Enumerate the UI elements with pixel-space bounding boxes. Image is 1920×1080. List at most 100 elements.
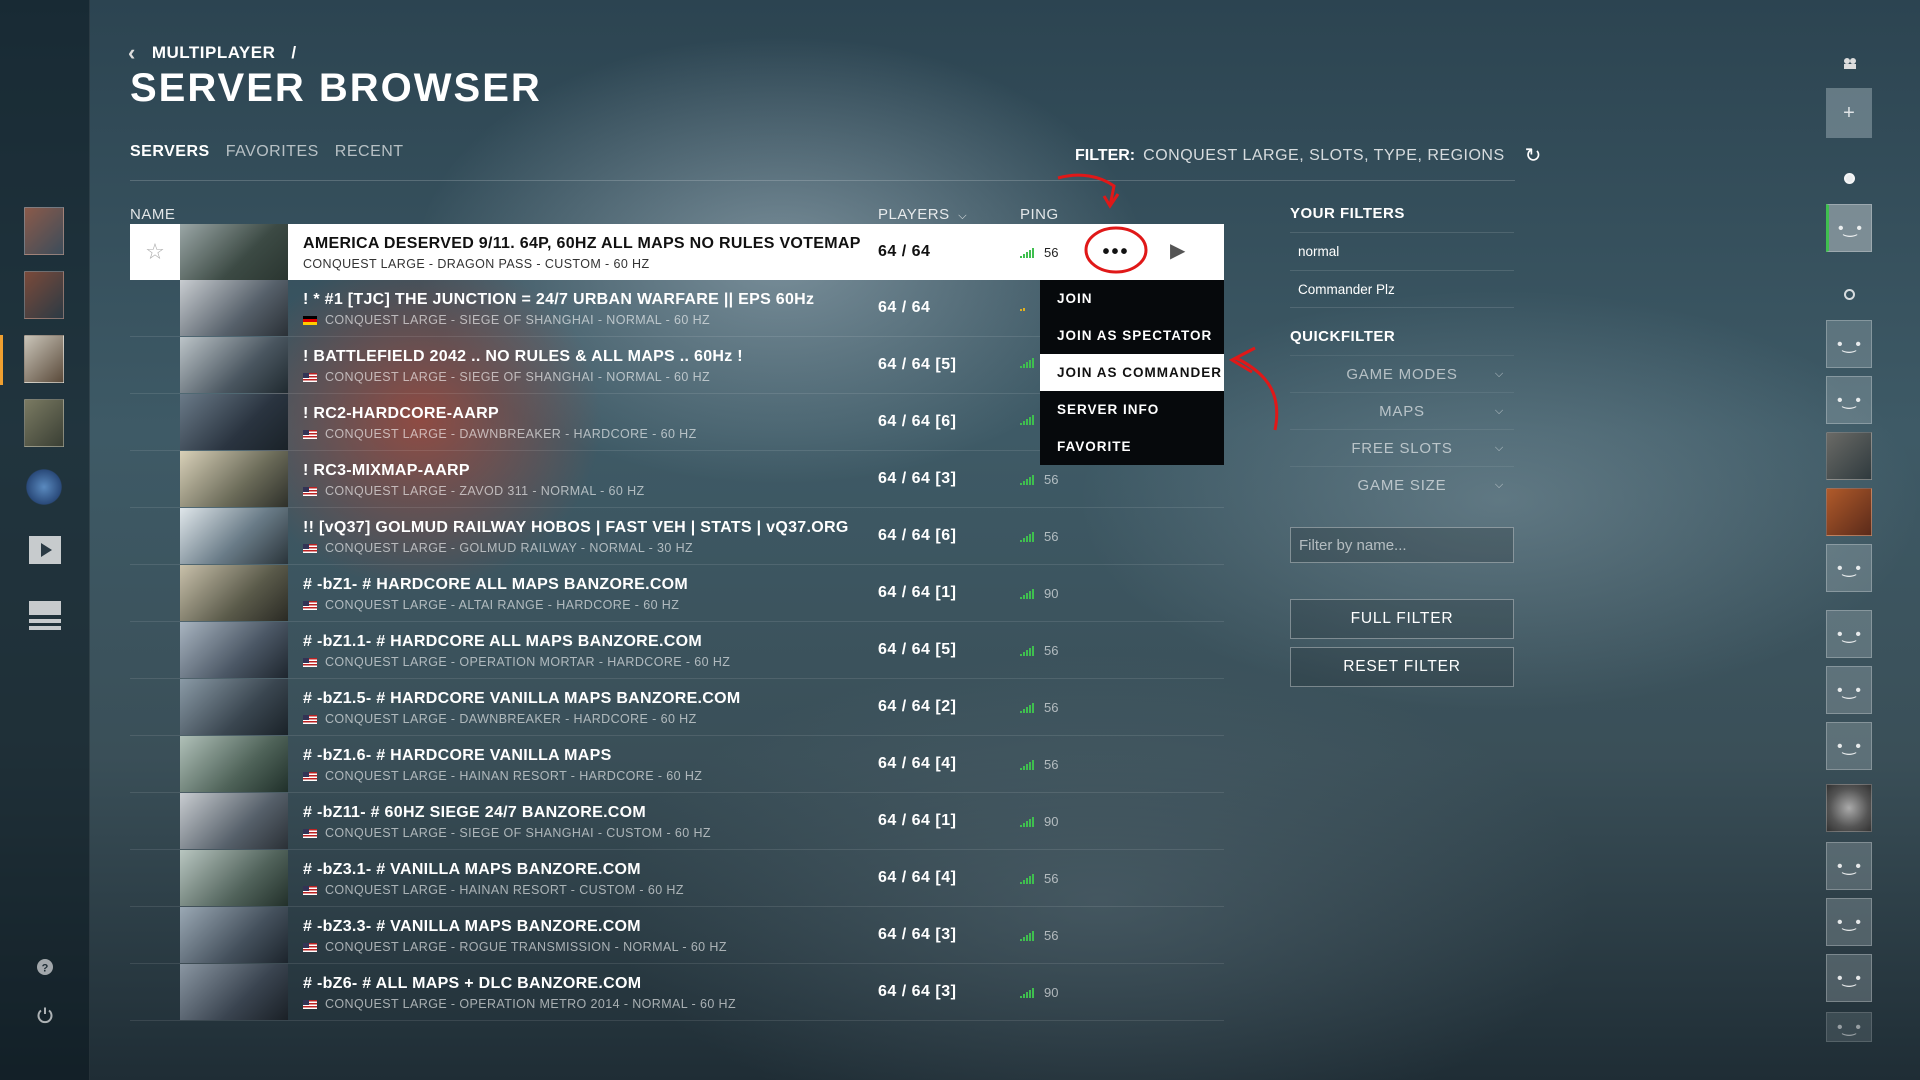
friend-avatar[interactable]: •‿• bbox=[1826, 610, 1872, 658]
tab-favorites[interactable]: FAVORITES bbox=[226, 143, 319, 161]
signal-strength-icon bbox=[1020, 873, 1034, 884]
help-icon[interactable]: ? bbox=[35, 958, 55, 981]
breadcrumb-parent[interactable]: MULTIPLAYER bbox=[152, 43, 276, 63]
add-friend-button[interactable]: + bbox=[1826, 88, 1872, 138]
server-players: 64 / 64 [4] bbox=[878, 755, 957, 772]
server-ping: 90 bbox=[1020, 586, 1058, 601]
rail-soldier-thumb-2[interactable] bbox=[24, 271, 64, 319]
server-details-text: CONQUEST LARGE - DAWNBREAKER - HARDCORE … bbox=[325, 712, 697, 726]
reset-filter-button[interactable]: RESET FILTER bbox=[1290, 647, 1514, 687]
tab-servers[interactable]: SERVERS bbox=[130, 143, 210, 161]
server-details-text: CONQUEST LARGE - OPERATION MORTAR - HARD… bbox=[325, 655, 731, 669]
refresh-icon[interactable]: ↻ bbox=[1525, 143, 1542, 168]
friend-avatar[interactable]: •‿• bbox=[1826, 320, 1872, 368]
column-header-ping[interactable]: PING bbox=[1020, 206, 1059, 223]
server-details-text: CONQUEST LARGE - SIEGE OF SHANGHAI - NOR… bbox=[325, 370, 711, 384]
menu-item-favorite[interactable]: FAVORITE bbox=[1040, 428, 1224, 465]
server-row[interactable]: # -bZ1.6- # HARDCORE VANILLA MAPS CONQUES… bbox=[130, 736, 1224, 793]
friend-avatar[interactable]: •‿• bbox=[1826, 666, 1872, 714]
server-players: 64 / 64 [3] bbox=[878, 926, 957, 943]
annotation-arrow-side bbox=[1234, 356, 1279, 431]
quickfilter-maps[interactable]: MAPS ⌵ bbox=[1290, 392, 1514, 429]
friend-avatar[interactable]: •‿• bbox=[1826, 722, 1872, 770]
server-name: # -bZ3.1- # VANILLA MAPS BANZORE.COM bbox=[303, 861, 641, 878]
friend-avatar[interactable]: •‿• bbox=[1826, 1012, 1872, 1042]
quickfilter-label: GAME MODES bbox=[1346, 366, 1458, 383]
friend-avatar[interactable] bbox=[1826, 784, 1872, 832]
filter-chip-commander[interactable]: Commander Plz bbox=[1290, 270, 1514, 308]
filter-summary[interactable]: FILTER: CONQUEST LARGE, SLOTS, TYPE, REG… bbox=[1075, 143, 1541, 168]
friend-avatar[interactable]: •‿• bbox=[1826, 544, 1872, 592]
country-flag-icon bbox=[303, 657, 317, 667]
rail-active-indicator bbox=[0, 335, 3, 385]
quickfilter-free-slots[interactable]: FREE SLOTS ⌵ bbox=[1290, 429, 1514, 466]
menu-item-join-as-spectator[interactable]: JOIN AS SPECTATOR bbox=[1040, 317, 1224, 354]
rail-menu-icon[interactable] bbox=[28, 600, 62, 639]
offline-status-icon bbox=[1844, 289, 1855, 300]
signal-strength-icon bbox=[1020, 358, 1034, 368]
power-icon[interactable] bbox=[35, 1006, 55, 1029]
server-details-text: CONQUEST LARGE - DAWNBREAKER - HARDCORE … bbox=[325, 427, 697, 441]
friend-avatar[interactable] bbox=[1826, 488, 1872, 536]
server-row[interactable]: # -bZ1- # HARDCORE ALL MAPS BANZORE.COM C… bbox=[130, 565, 1224, 622]
breadcrumb-separator: / bbox=[291, 43, 297, 62]
country-flag-icon bbox=[303, 885, 317, 895]
server-details: CONQUEST LARGE - ROGUE TRANSMISSION - NO… bbox=[303, 940, 727, 954]
friend-avatar[interactable]: •‿• bbox=[1826, 376, 1872, 424]
server-row[interactable]: # -bZ1.1- # HARDCORE ALL MAPS BANZORE.CO… bbox=[130, 622, 1224, 679]
country-flag-icon bbox=[303, 372, 317, 382]
server-ping: 90 bbox=[1020, 985, 1058, 1000]
menu-item-join-as-commander[interactable]: JOIN AS COMMANDER bbox=[1040, 354, 1224, 391]
server-ping: 56 bbox=[1020, 472, 1058, 487]
server-details: CONQUEST LARGE - HAINAN RESORT - CUSTOM … bbox=[303, 883, 684, 897]
column-header-players[interactable]: PLAYERS ⌵ bbox=[878, 206, 967, 223]
chevron-left-icon[interactable]: ‹ bbox=[128, 40, 136, 66]
more-icon[interactable]: ••• bbox=[1088, 234, 1144, 270]
server-map-thumbnail bbox=[180, 907, 288, 963]
server-row[interactable]: # -bZ6- # ALL MAPS + DLC BANZORE.COM CONQ… bbox=[130, 964, 1224, 1021]
signal-strength-icon bbox=[1020, 531, 1034, 542]
server-ping: 56 bbox=[1020, 529, 1058, 544]
server-ping-value: 56 bbox=[1044, 871, 1059, 886]
rail-globe-icon[interactable] bbox=[24, 463, 64, 511]
server-map-thumbnail bbox=[180, 964, 288, 1020]
friend-avatar[interactable]: •‿• bbox=[1826, 842, 1872, 890]
star-icon[interactable]: ☆ bbox=[130, 224, 180, 280]
server-name: !! [vQ37] GOLMUD RAILWAY HOBOS | FAST VE… bbox=[303, 519, 849, 536]
server-row[interactable]: # -bZ3.3- # VANILLA MAPS BANZORE.COM CONQ… bbox=[130, 907, 1224, 964]
friend-avatar[interactable] bbox=[1826, 432, 1872, 480]
friend-avatar[interactable]: •‿• bbox=[1826, 204, 1872, 252]
server-name: # -bZ1- # HARDCORE ALL MAPS BANZORE.COM bbox=[303, 576, 689, 593]
server-name: # -bZ1.5- # HARDCORE VANILLA MAPS BANZOR… bbox=[303, 690, 741, 707]
quickfilter-game-modes[interactable]: GAME MODES ⌵ bbox=[1290, 355, 1514, 392]
server-name: AMERICA DESERVED 9/11. 64P, 60HZ ALL MAP… bbox=[303, 235, 861, 252]
filter-by-name-input[interactable] bbox=[1290, 527, 1514, 563]
server-ping: 56 bbox=[1020, 757, 1058, 772]
menu-item-server-info[interactable]: SERVER INFO bbox=[1040, 391, 1224, 428]
country-flag-icon bbox=[303, 714, 317, 724]
server-row[interactable]: # -bZ1.5- # HARDCORE VANILLA MAPS BANZOR… bbox=[130, 679, 1224, 736]
tab-recent[interactable]: RECENT bbox=[335, 143, 404, 161]
server-row[interactable]: !! [vQ37] GOLMUD RAILWAY HOBOS | FAST VE… bbox=[130, 508, 1224, 565]
server-ping-value: 90 bbox=[1044, 814, 1059, 829]
server-details: CONQUEST LARGE - SIEGE OF SHANGHAI - NOR… bbox=[303, 313, 710, 327]
server-row[interactable]: # -bZ3.1- # VANILLA MAPS BANZORE.COM CONQ… bbox=[130, 850, 1224, 907]
rail-soldier-thumb-3[interactable] bbox=[24, 335, 64, 383]
server-players: 64 / 64 [5] bbox=[878, 356, 957, 373]
quickfilter-game-size[interactable]: GAME SIZE ⌵ bbox=[1290, 466, 1514, 503]
party-icon[interactable] bbox=[1843, 56, 1857, 70]
rail-soldier-thumb-1[interactable] bbox=[24, 207, 64, 255]
play-icon[interactable]: ▶ bbox=[1170, 238, 1185, 263]
column-header-name[interactable]: NAME bbox=[130, 206, 175, 223]
server-ping: 56 bbox=[1020, 643, 1058, 658]
server-row-selected[interactable]: ☆ AMERICA DESERVED 9/11. 64P, 60HZ ALL MA… bbox=[130, 224, 1224, 280]
rail-soldier-thumb-4[interactable] bbox=[24, 399, 64, 447]
friend-avatar[interactable]: •‿• bbox=[1826, 954, 1872, 1002]
rail-play-icon[interactable] bbox=[28, 535, 62, 572]
full-filter-button[interactable]: FULL FILTER bbox=[1290, 599, 1514, 639]
chevron-down-icon: ⌵ bbox=[958, 210, 968, 222]
server-row[interactable]: # -bZ11- # 60HZ SIEGE 24/7 BANZORE.COM CO… bbox=[130, 793, 1224, 850]
filter-chip-normal[interactable]: normal bbox=[1290, 232, 1514, 270]
menu-item-join[interactable]: JOIN bbox=[1040, 280, 1224, 317]
friend-avatar[interactable]: •‿• bbox=[1826, 898, 1872, 946]
